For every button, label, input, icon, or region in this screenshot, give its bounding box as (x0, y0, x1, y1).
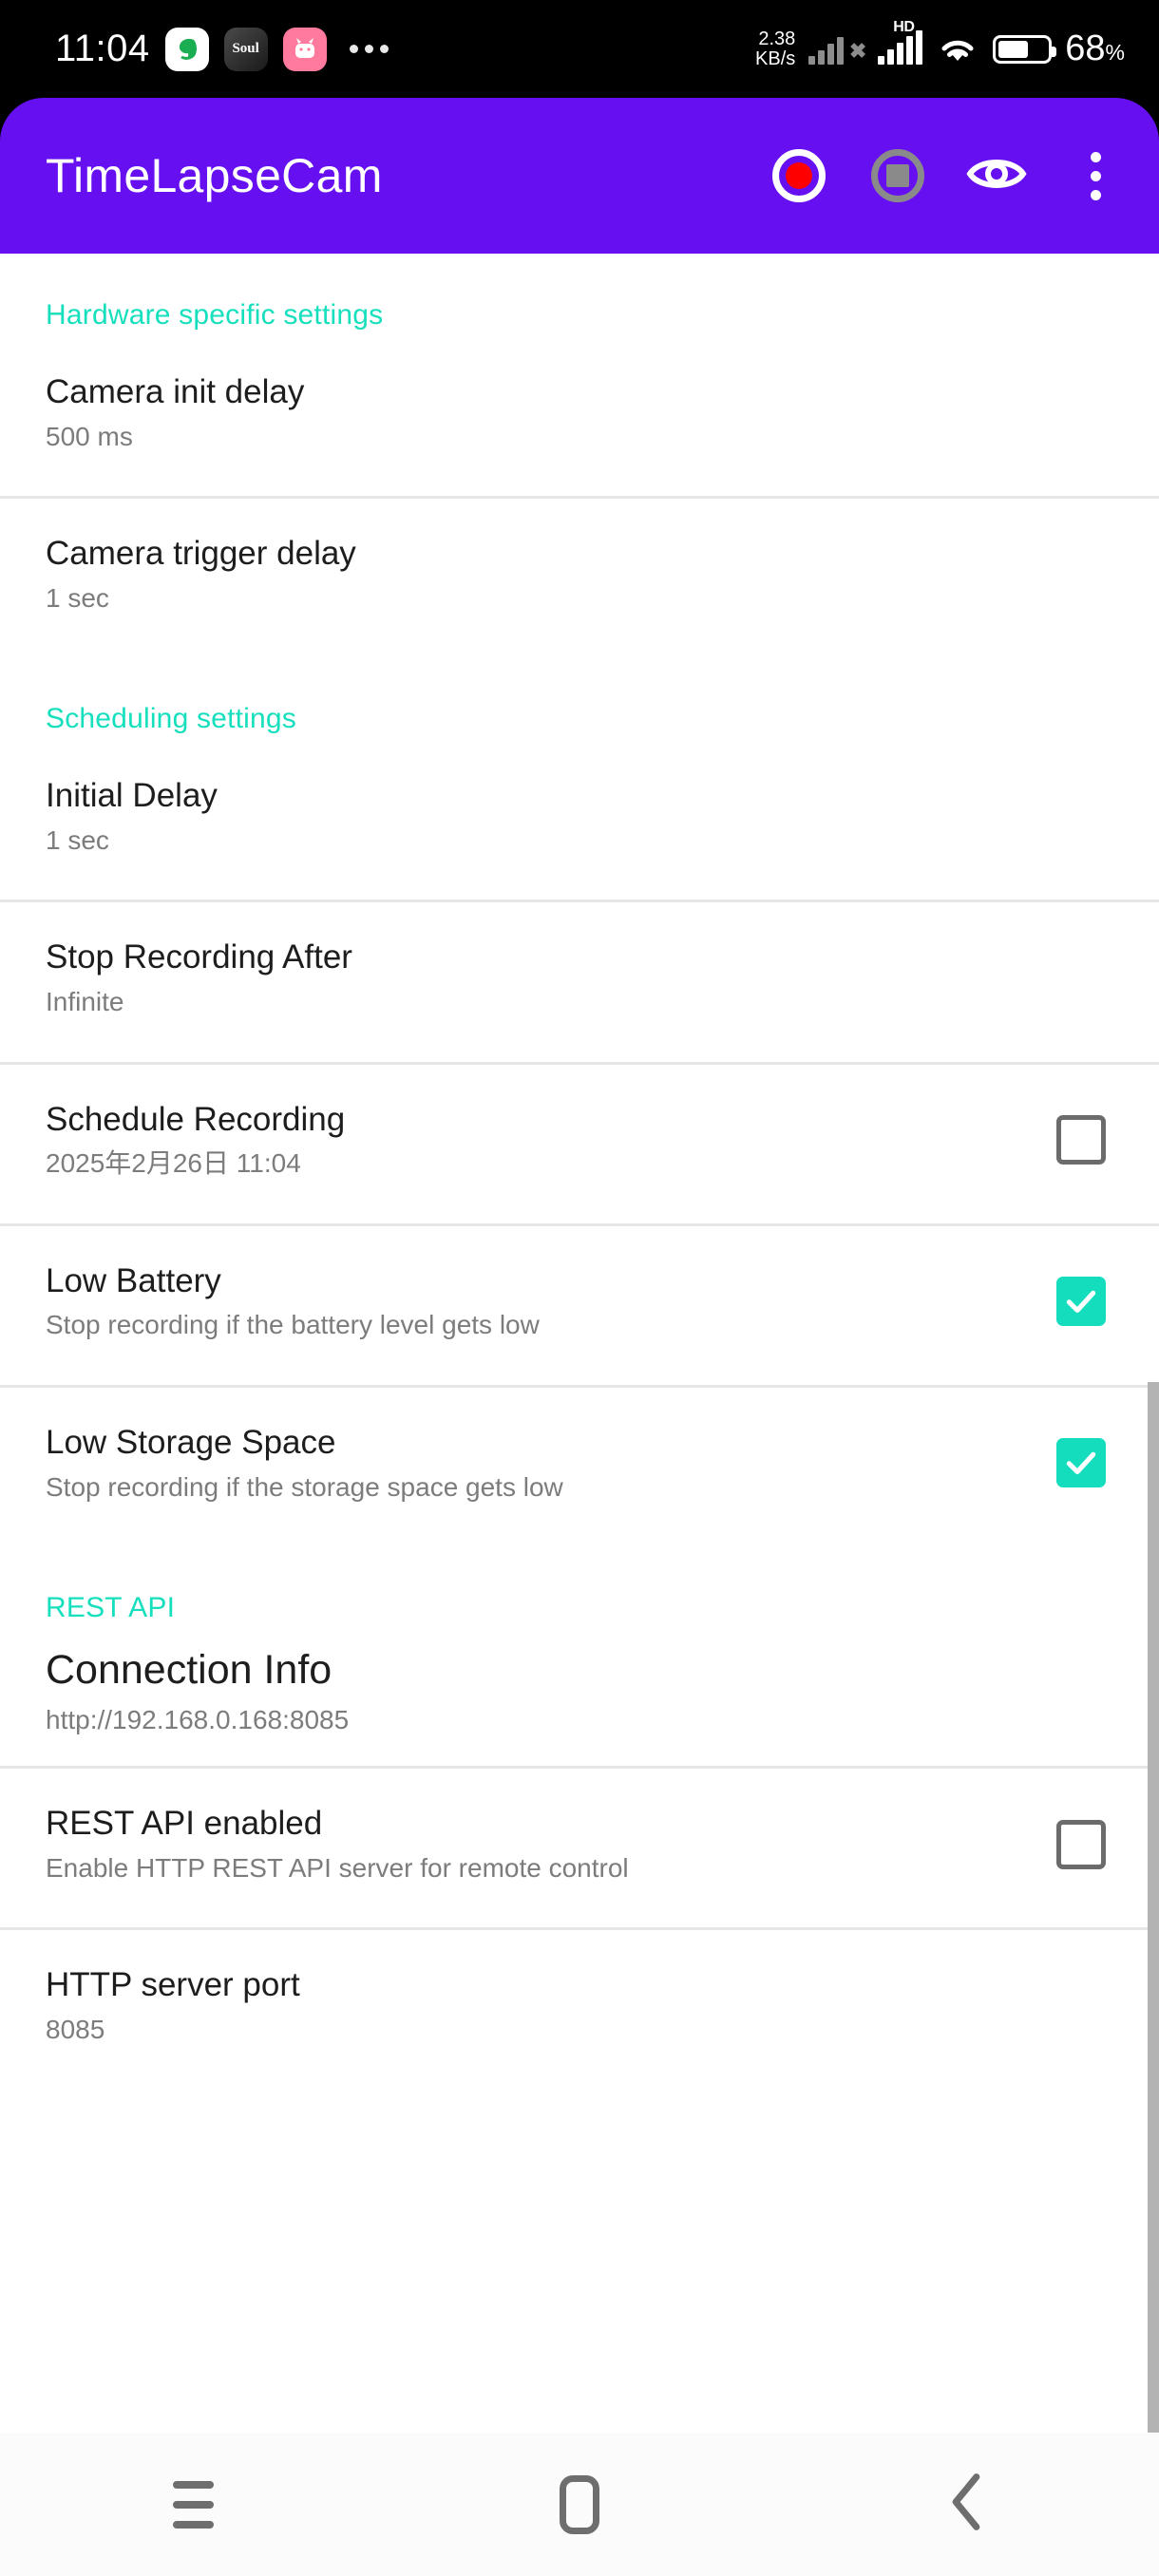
home-icon (560, 2474, 599, 2534)
soul-app-icon: Soul (223, 27, 268, 71)
row-subtitle: http://192.168.0.168:8085 (46, 1704, 350, 1734)
app-bar-actions (768, 144, 1127, 207)
row-texts: Low Battery Stop recording if the batter… (46, 1260, 1056, 1343)
kebab-menu-icon (1081, 151, 1111, 200)
row-connection-info[interactable]: Connection Info http://192.168.0.168:808… (0, 1630, 1159, 1766)
row-title: HTTP server port (46, 1966, 300, 2004)
row-low-battery[interactable]: Low Battery Stop recording if the batter… (0, 1226, 1159, 1385)
row-texts: Initial Delay 1 sec (46, 775, 1113, 858)
wifi-icon (936, 32, 979, 66)
battery-percent-label: 68% (1065, 28, 1125, 68)
row-http-server-port[interactable]: HTTP server port 8085 (0, 1930, 1159, 2089)
row-camera-init-delay[interactable]: Camera init delay 500 ms (0, 337, 1159, 496)
section-header-scheduling: Scheduling settings (46, 703, 296, 735)
section-header-hardware: Hardware specific settings (46, 299, 384, 331)
network-speed-unit: KB/s (755, 47, 796, 69)
row-texts: Camera init delay 500 ms (46, 371, 1113, 454)
chevron-left-icon (947, 2472, 985, 2536)
wechat-icon (164, 27, 209, 71)
status-clock: 11:04 (55, 28, 150, 69)
row-subtitle: Stop recording if the storage space gets… (46, 1471, 563, 1502)
row-subtitle: 500 ms (46, 421, 133, 451)
hamburger-icon (172, 2480, 214, 2529)
signal-sim1-icon: ✖ (808, 34, 867, 65)
row-title: Camera init delay (46, 373, 305, 410)
rest-api-enabled-checkbox[interactable] (1056, 1819, 1106, 1869)
low-battery-checkbox[interactable] (1056, 1277, 1106, 1327)
overflow-menu-button[interactable] (1064, 144, 1127, 207)
row-texts: Stop Recording After Infinite (46, 937, 1113, 1019)
row-subtitle: 1 sec (46, 582, 109, 613)
row-title: Initial Delay (46, 777, 218, 815)
signal-sim2-icon: HD (878, 19, 923, 65)
phone-screen: 11:04 Soul 2.38 KB/s ✖ HD 68% TimeLapseC… (0, 0, 1159, 2576)
settings-list[interactable]: Hardware specific settings Camera init d… (0, 254, 1159, 2433)
schedule-recording-checkbox[interactable] (1056, 1115, 1106, 1165)
row-subtitle: Enable HTTP REST API server for remote c… (46, 1852, 629, 1883)
eye-icon (966, 154, 1027, 199)
no-service-x-icon: ✖ (848, 38, 867, 63)
back-button[interactable] (772, 2433, 1159, 2576)
row-initial-delay[interactable]: Initial Delay 1 sec (0, 741, 1159, 900)
vertical-scrollbar[interactable] (1148, 1382, 1159, 2441)
preview-button[interactable] (965, 144, 1028, 207)
network-speed-indicator: 2.38 KB/s (755, 29, 795, 68)
system-nav-bar (0, 2433, 1159, 2576)
row-title: Low Storage Space (46, 1423, 336, 1461)
row-title: Connection Info (46, 1646, 332, 1693)
check-icon (1066, 1452, 1096, 1475)
row-title: Camera trigger delay (46, 535, 356, 573)
status-bar-left: 11:04 Soul (55, 27, 389, 71)
row-texts: Low Storage Space Stop recording if the … (46, 1422, 1056, 1505)
low-storage-space-checkbox[interactable] (1056, 1438, 1106, 1488)
app-bar: TimeLapseCam (0, 98, 1159, 254)
status-bar-right: 2.38 KB/s ✖ HD 68% (755, 19, 1125, 69)
row-subtitle: 8085 (46, 2015, 105, 2045)
row-texts: Camera trigger delay 1 sec (46, 533, 1113, 616)
check-icon (1066, 1291, 1096, 1314)
signal-bars (878, 29, 923, 65)
row-texts: REST API enabled Enable HTTP REST API se… (46, 1803, 1056, 1885)
record-icon (772, 149, 826, 202)
section-header-rest-api: REST API (46, 1591, 176, 1623)
row-subtitle: 1 sec (46, 825, 109, 856)
row-subtitle: 2025年2月26日 11:04 (46, 1148, 301, 1179)
page-title: TimeLapseCam (46, 149, 383, 202)
row-title: Stop Recording After (46, 938, 352, 976)
row-texts: HTTP server port 8085 (46, 1964, 1113, 2047)
stop-icon (871, 149, 924, 202)
row-low-storage-space[interactable]: Low Storage Space Stop recording if the … (0, 1388, 1159, 1546)
row-title: REST API enabled (46, 1805, 323, 1843)
row-texts: Schedule Recording 2025年2月26日 11:04 (46, 1099, 1056, 1182)
record-button[interactable] (768, 144, 830, 207)
row-rest-api-enabled[interactable]: REST API enabled Enable HTTP REST API se… (0, 1769, 1159, 1927)
row-subtitle: Stop recording if the battery level gets… (46, 1310, 540, 1340)
row-title: Low Battery (46, 1261, 221, 1299)
row-title: Schedule Recording (46, 1100, 346, 1138)
row-stop-recording-after[interactable]: Stop Recording After Infinite (0, 902, 1159, 1061)
recents-button[interactable] (0, 2433, 387, 2576)
status-bar: 11:04 Soul 2.38 KB/s ✖ HD 68% (0, 0, 1159, 98)
row-camera-trigger-delay[interactable]: Camera trigger delay 1 sec (0, 499, 1159, 657)
pink-app-icon (282, 27, 327, 71)
stop-button[interactable] (866, 144, 929, 207)
home-button[interactable] (387, 2433, 773, 2576)
network-speed-value: 2.38 (758, 28, 796, 50)
row-subtitle: Infinite (46, 987, 124, 1017)
battery-icon (993, 34, 1057, 64)
row-schedule-recording[interactable]: Schedule Recording 2025年2月26日 11:04 (0, 1065, 1159, 1223)
row-texts: Connection Info http://192.168.0.168:808… (46, 1645, 1113, 1737)
status-overflow-dots (349, 45, 389, 53)
